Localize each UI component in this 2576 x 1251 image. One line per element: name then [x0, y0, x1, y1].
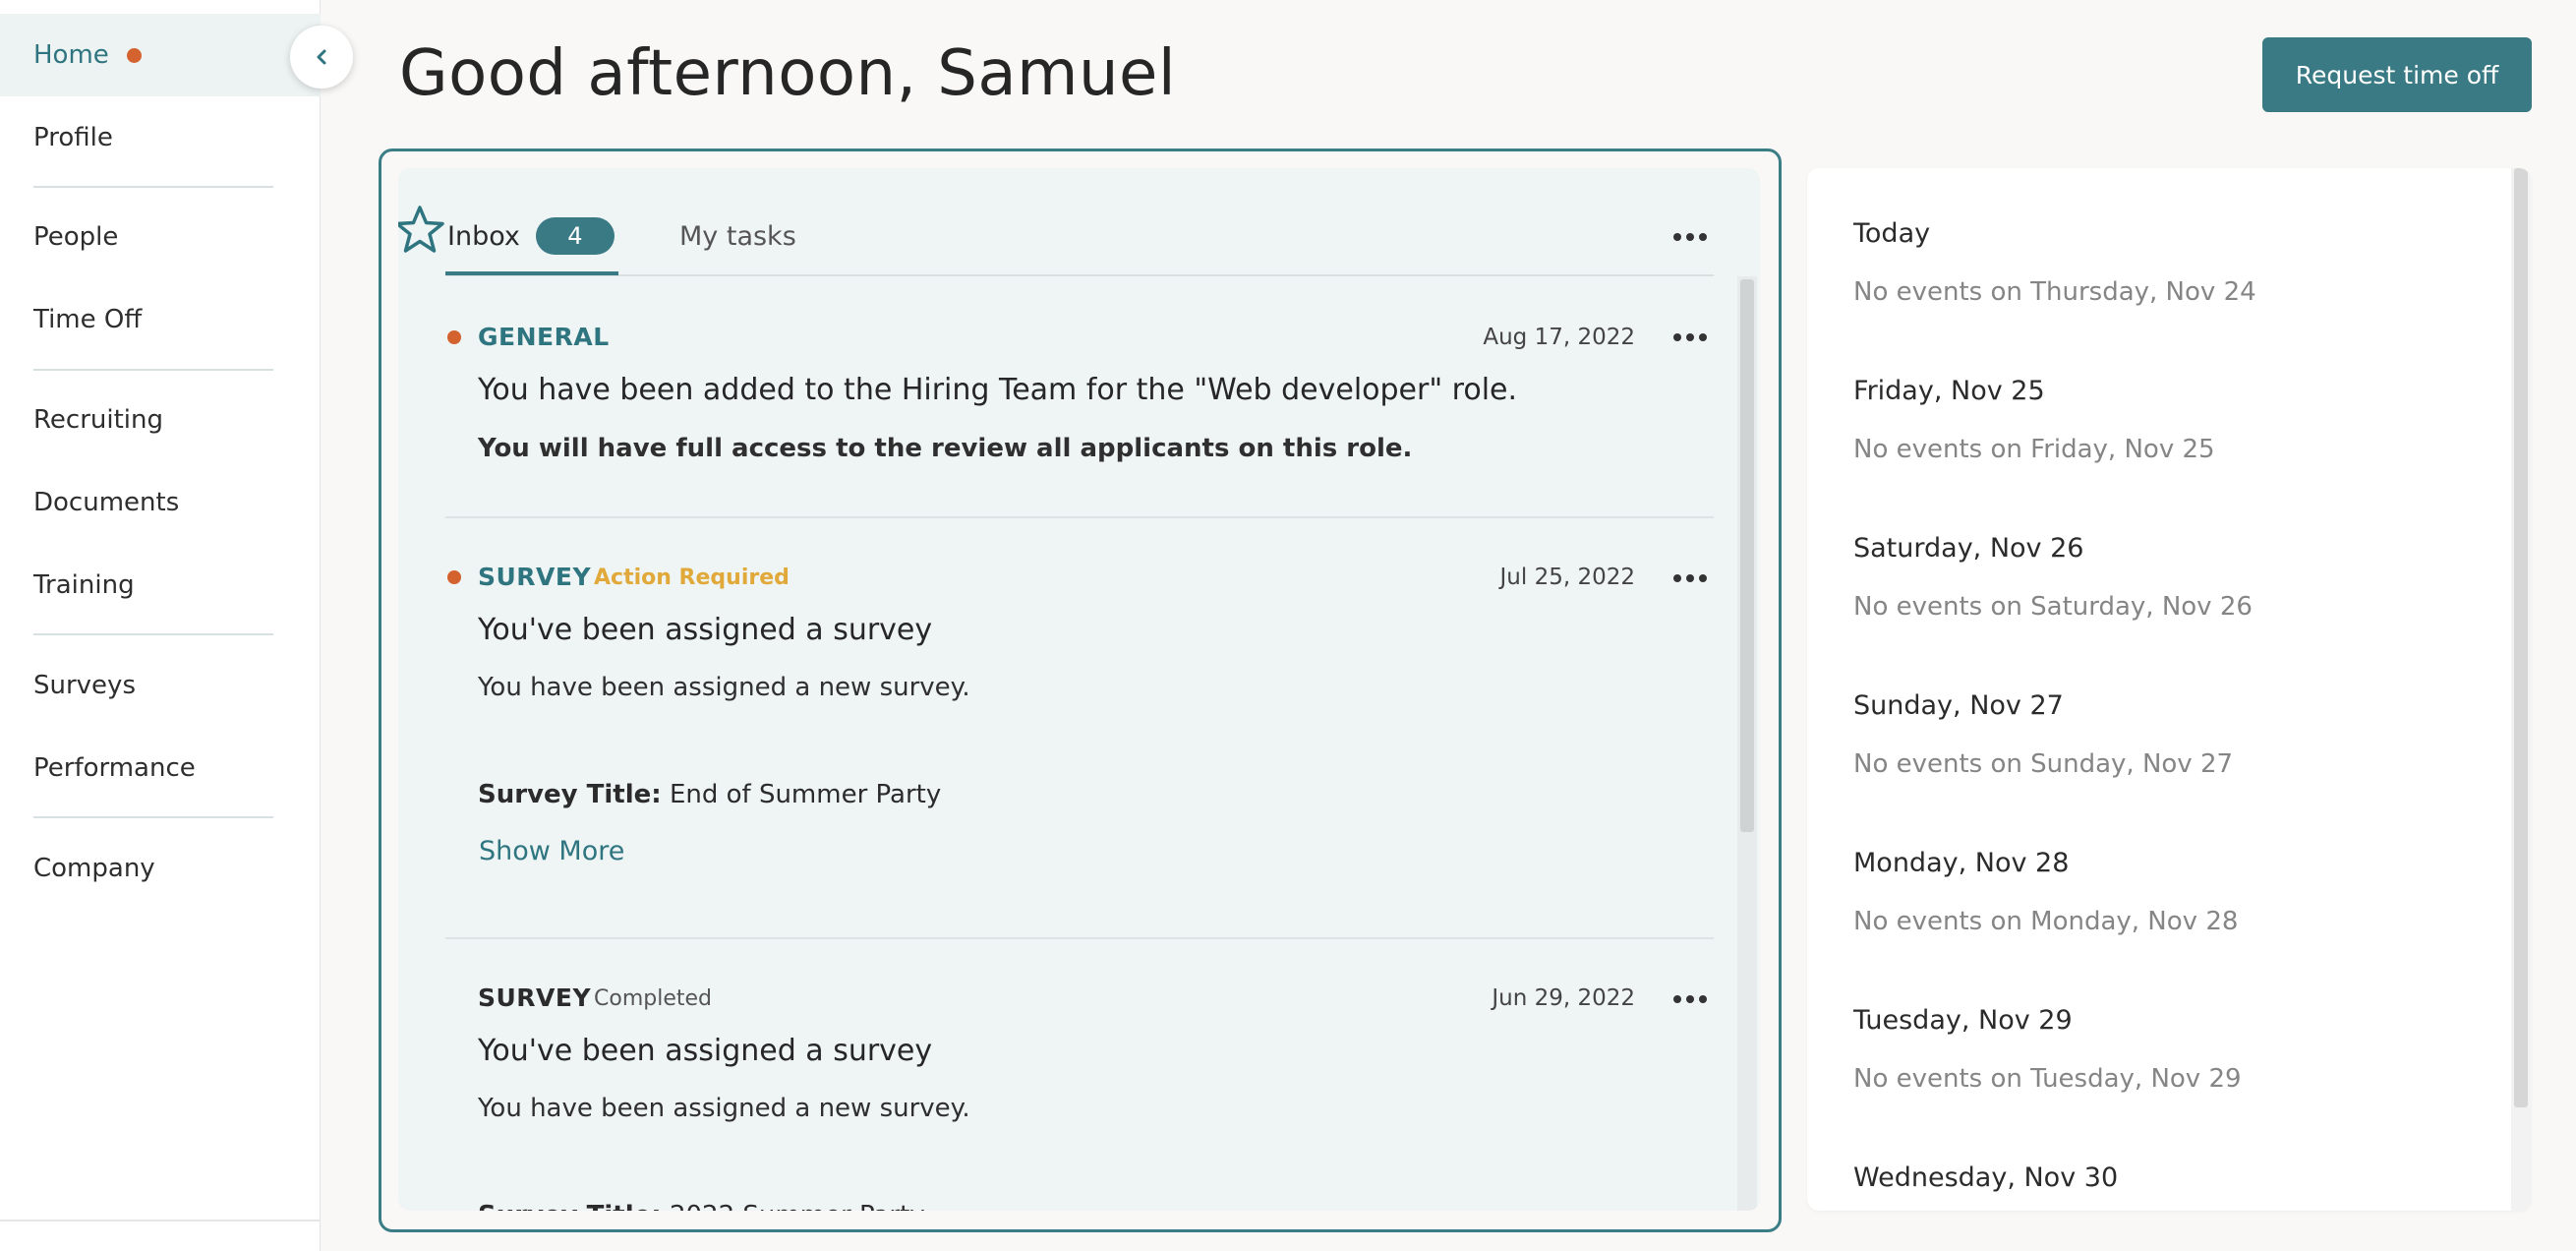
calendar-day-events: No events on Monday, Nov 28 — [1853, 907, 2239, 936]
star-icon — [398, 206, 444, 253]
more-dot — [1673, 995, 1681, 1003]
unread-dot — [447, 570, 461, 584]
collapse-sidebar-button[interactable] — [290, 26, 353, 89]
sidebar-item-people[interactable]: People — [0, 196, 321, 278]
message-date: Jun 29, 2022 — [1492, 985, 1635, 1011]
calendar-day-events: No events on Tuesday, Nov 29 — [1853, 1064, 2242, 1094]
survey-title-value: 2022 Summer Party — [670, 1201, 925, 1211]
sidebar: Home Profile People Time Off Recruiting … — [0, 0, 321, 1251]
more-dot — [1686, 995, 1694, 1003]
calendar-day-title: Wednesday, Nov 30 — [1853, 1162, 2119, 1193]
calendar-day-events: No events on Friday, Nov 25 — [1853, 435, 2215, 464]
sidebar-divider — [0, 1220, 321, 1221]
calendar-day-title: Today — [1853, 218, 1931, 249]
message-title: You've been assigned a survey — [478, 613, 933, 647]
sidebar-item-time-off[interactable]: Time Off — [0, 278, 321, 361]
tab-label: Inbox — [447, 220, 520, 252]
message-more-button[interactable] — [1673, 574, 1707, 582]
notification-dot — [126, 47, 142, 63]
sidebar-item-label: Home — [33, 40, 109, 70]
sidebar-item-performance[interactable]: Performance — [0, 727, 321, 809]
sidebar-divider — [33, 369, 273, 371]
tab-inbox[interactable]: Inbox 4 — [447, 217, 615, 255]
status-badge: Action Required — [594, 566, 790, 590]
message-body: You have been assigned a new survey. — [478, 1094, 970, 1123]
inbox-panel: Inbox 4 My tasks GENERAL Aug 17, 2022 Yo… — [398, 168, 1760, 1211]
active-tab-indicator — [445, 271, 618, 275]
survey-title-line: Survey Title: 2022 Summer Party — [478, 1201, 925, 1211]
message-category: SURVEY — [478, 983, 592, 1012]
more-dot — [1673, 574, 1681, 582]
sidebar-divider — [33, 633, 273, 635]
more-dot — [1686, 574, 1694, 582]
tab-divider — [445, 274, 1714, 276]
sidebar-item-label: Documents — [33, 488, 180, 517]
message-date: Aug 17, 2022 — [1483, 325, 1635, 350]
sidebar-item-label: Performance — [33, 753, 196, 783]
inbox-count-badge: 4 — [535, 217, 615, 255]
sidebar-item-label: Profile — [33, 123, 113, 152]
more-dot — [1673, 333, 1681, 341]
request-time-off-button[interactable]: Request time off — [2262, 37, 2532, 112]
status-badge: Completed — [594, 986, 712, 1011]
message-more-button[interactable] — [1673, 333, 1707, 341]
message-category: SURVEY — [478, 563, 592, 591]
more-dot — [1699, 995, 1707, 1003]
sidebar-item-label: Surveys — [33, 671, 136, 700]
inbox-scrollbar-thumb[interactable] — [1740, 279, 1754, 832]
message-more-button[interactable] — [1673, 995, 1707, 1003]
more-dot — [1699, 574, 1707, 582]
tab-my-tasks[interactable]: My tasks — [679, 221, 796, 252]
sidebar-item-label: Company — [33, 854, 155, 883]
sidebar-divider — [33, 186, 273, 188]
calendar-day-title: Saturday, Nov 26 — [1853, 533, 2084, 564]
sidebar-item-label: Time Off — [33, 305, 143, 334]
more-dot — [1699, 333, 1707, 341]
more-dot — [1673, 233, 1681, 241]
inbox-more-button[interactable] — [1673, 233, 1707, 241]
message-divider — [445, 937, 1714, 939]
unread-dot — [447, 330, 461, 344]
message-divider — [445, 516, 1714, 518]
survey-title-label: Survey Title: — [478, 1201, 662, 1211]
calendar-day-events: No events on Thursday, Nov 24 — [1853, 277, 2256, 307]
sidebar-item-training[interactable]: Training — [0, 544, 321, 626]
sidebar-item-label: People — [33, 222, 119, 252]
survey-title-label: Survey Title: — [478, 780, 662, 809]
calendar-day-title: Friday, Nov 25 — [1853, 376, 2045, 406]
show-more-link[interactable]: Show More — [479, 836, 624, 866]
page-title: Good afternoon, Samuel — [399, 37, 1177, 110]
sidebar-item-recruiting[interactable]: Recruiting — [0, 379, 321, 461]
sidebar-item-surveys[interactable]: Surveys — [0, 644, 321, 727]
calendar-panel: Today No events on Thursday, Nov 24 Frid… — [1807, 168, 2531, 1211]
message-date: Jul 25, 2022 — [1499, 565, 1635, 590]
survey-title-value: End of Summer Party — [669, 780, 942, 809]
sidebar-item-home[interactable]: Home — [0, 14, 321, 96]
calendar-day-title: Sunday, Nov 27 — [1853, 690, 2064, 721]
calendar-day-title: Tuesday, Nov 29 — [1853, 1005, 2073, 1036]
sidebar-item-documents[interactable]: Documents — [0, 461, 321, 544]
sidebar-divider — [33, 816, 273, 818]
more-dot — [1686, 333, 1694, 341]
sidebar-item-label: Training — [33, 570, 135, 600]
sidebar-item-profile[interactable]: Profile — [0, 96, 321, 179]
sidebar-item-label: Recruiting — [33, 405, 163, 435]
calendar-day-events: No events on Sunday, Nov 27 — [1853, 749, 2234, 779]
more-dot — [1686, 233, 1694, 241]
survey-title-line: Survey Title: End of Summer Party — [478, 780, 941, 809]
message-title: You have been added to the Hiring Team f… — [478, 373, 1518, 407]
calendar-day-events: No events on Saturday, Nov 26 — [1853, 592, 2253, 622]
message-category: GENERAL — [478, 323, 610, 351]
calendar-scrollbar-thumb[interactable] — [2514, 168, 2528, 1107]
chevron-left-icon — [317, 49, 326, 65]
calendar-day-title: Monday, Nov 28 — [1853, 848, 2070, 878]
message-title: You've been assigned a survey — [478, 1034, 933, 1068]
message-body: You have been assigned a new survey. — [478, 673, 970, 702]
more-dot — [1699, 233, 1707, 241]
message-body: You will have full access to the review … — [478, 434, 1413, 463]
sidebar-item-company[interactable]: Company — [0, 827, 321, 910]
